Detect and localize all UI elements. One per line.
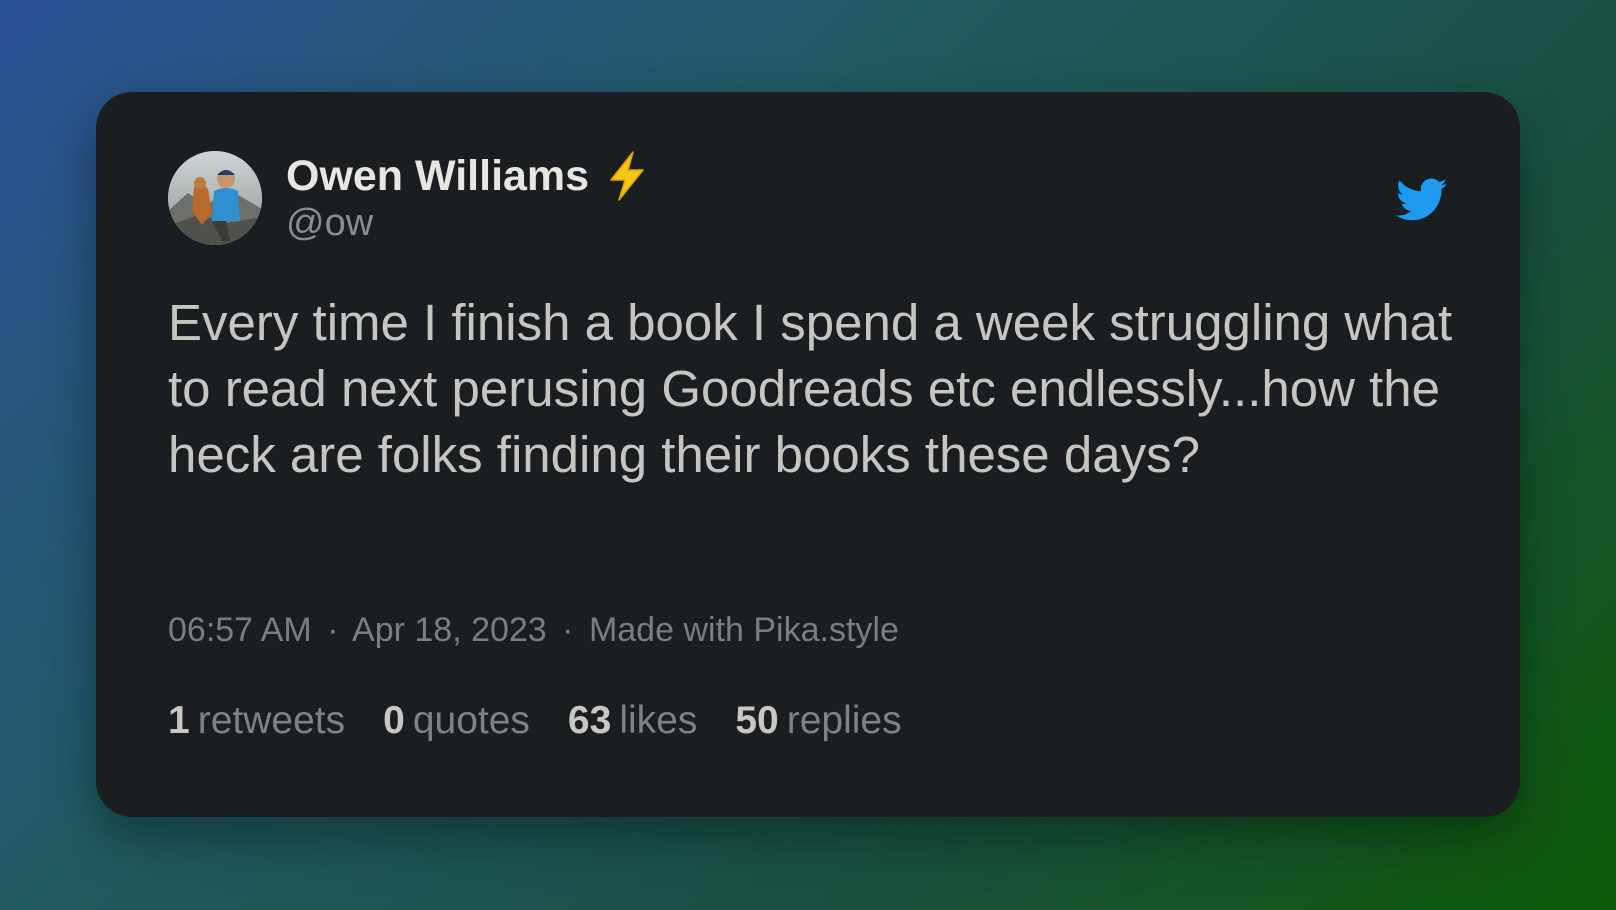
stat-count: 50 bbox=[735, 699, 779, 742]
stat-replies[interactable]: 50 replies bbox=[735, 696, 901, 746]
stat-count: 1 bbox=[168, 699, 190, 742]
tweet-card: Owen Williams @ow Every time I finish a … bbox=[96, 92, 1520, 817]
tweet-text: Every time I finish a book I spend a wee… bbox=[168, 294, 1453, 483]
stat-likes[interactable]: 63 likes bbox=[568, 696, 697, 746]
tweet-stats: 1 retweets 0 quotes 63 likes 50 replies bbox=[168, 696, 940, 746]
stat-retweets[interactable]: 1 retweets bbox=[168, 696, 345, 746]
meta-separator: · bbox=[327, 611, 339, 649]
author-display-name[interactable]: Owen Williams bbox=[286, 150, 649, 202]
tweet-date[interactable]: Apr 18, 2023 bbox=[352, 611, 547, 649]
stat-label: replies bbox=[786, 699, 902, 742]
stat-count: 0 bbox=[383, 699, 405, 742]
avatar[interactable] bbox=[168, 151, 262, 245]
tweet-header: Owen Williams @ow bbox=[168, 150, 649, 246]
stat-label: quotes bbox=[412, 699, 530, 742]
lightning-bolt-icon bbox=[605, 150, 649, 202]
author-names: Owen Williams @ow bbox=[286, 150, 649, 246]
tweet-meta: 06:57 AM · Apr 18, 2023 · Made with Pika… bbox=[168, 608, 899, 652]
tweet-time[interactable]: 06:57 AM bbox=[168, 611, 312, 649]
meta-separator: · bbox=[562, 611, 574, 649]
stat-label: likes bbox=[619, 699, 698, 742]
made-with-credit[interactable]: Made with Pika.style bbox=[589, 611, 899, 649]
twitter-bird-icon[interactable] bbox=[1395, 176, 1448, 224]
author-handle[interactable]: @ow bbox=[286, 200, 649, 246]
author-name-text: Owen Williams bbox=[286, 152, 590, 200]
stat-quotes[interactable]: 0 quotes bbox=[383, 696, 530, 746]
stat-count: 63 bbox=[567, 699, 612, 742]
stat-label: retweets bbox=[197, 699, 346, 742]
